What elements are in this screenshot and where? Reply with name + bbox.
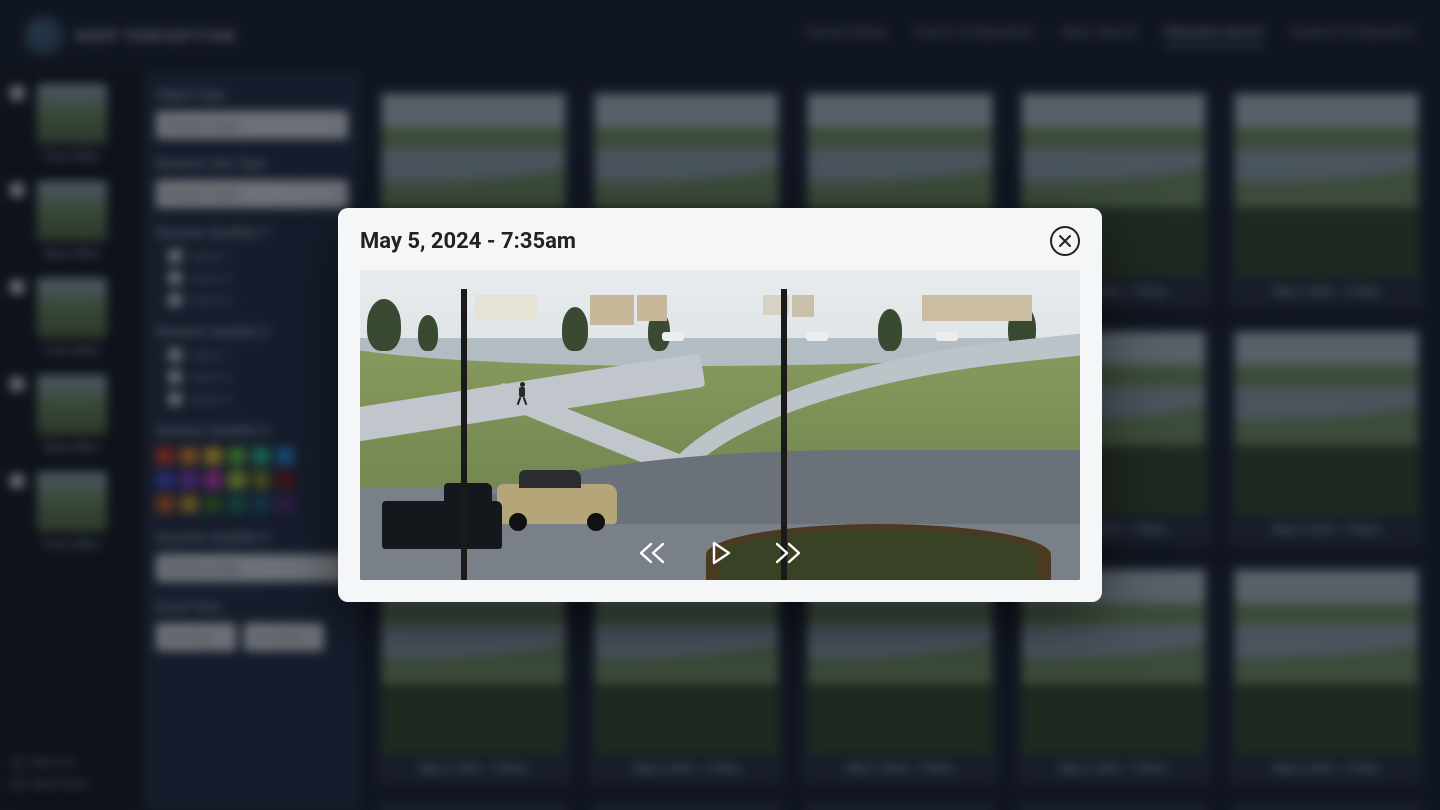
modal-title: May 5, 2024 - 7:35am bbox=[360, 229, 576, 254]
fast-forward-icon bbox=[773, 538, 803, 568]
close-button[interactable] bbox=[1050, 226, 1080, 256]
modal-backdrop[interactable]: May 5, 2024 - 7:35am bbox=[0, 0, 1440, 810]
fast-forward-button[interactable] bbox=[771, 536, 805, 570]
close-icon bbox=[1058, 234, 1072, 248]
play-button[interactable] bbox=[703, 536, 737, 570]
vehicle-sedan bbox=[497, 484, 617, 524]
light-pole bbox=[461, 289, 467, 580]
vehicle-truck bbox=[382, 501, 502, 549]
modal-header: May 5, 2024 - 7:35am bbox=[360, 226, 1080, 256]
rewind-icon bbox=[637, 538, 667, 568]
video-modal: May 5, 2024 - 7:35am bbox=[338, 208, 1102, 602]
video-controls bbox=[635, 536, 805, 570]
play-icon bbox=[705, 538, 735, 568]
person-walking bbox=[518, 382, 526, 404]
video-player[interactable] bbox=[360, 270, 1080, 580]
rewind-button[interactable] bbox=[635, 536, 669, 570]
